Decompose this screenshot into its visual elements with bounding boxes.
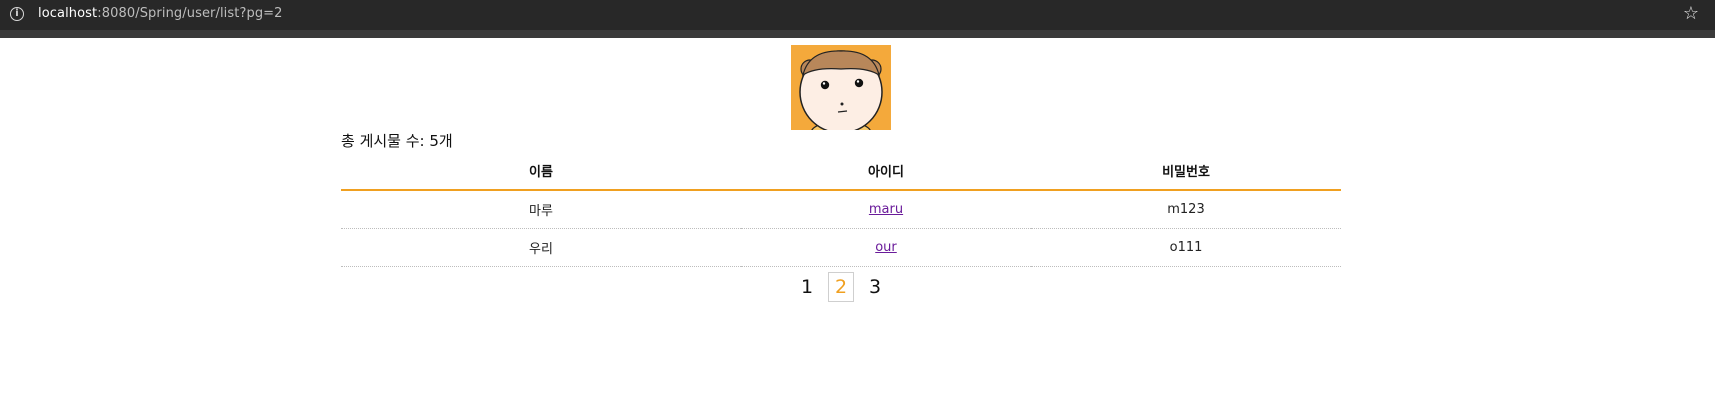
header-name: 이름	[341, 151, 741, 191]
table-header-row: 이름 아이디 비밀번호	[341, 151, 1341, 191]
page-link-current[interactable]: 2	[828, 272, 854, 302]
star-icon[interactable]: ☆	[1683, 3, 1699, 25]
cell-name: 우리	[341, 228, 741, 267]
cell-password: m123	[1031, 190, 1341, 229]
table-row: 우리 our o111	[341, 228, 1341, 267]
header-id: 아이디	[741, 151, 1031, 191]
browser-address-bar: i localhost:8080/Spring/user/list?pg=2 ☆	[0, 0, 1715, 38]
header-password: 비밀번호	[1031, 151, 1341, 191]
user-id-link[interactable]: our	[875, 240, 897, 255]
table-row: 마루 maru m123	[341, 190, 1341, 229]
cell-password: o111	[1031, 228, 1341, 267]
page-content: 총 게시물 수: 5개 이름 아이디 비밀번호 마루 maru m123 우리 …	[0, 38, 1715, 413]
avatar	[791, 45, 891, 146]
page-link-3[interactable]: 3	[862, 272, 888, 302]
url-host: localhost	[38, 6, 98, 21]
user-id-link[interactable]: maru	[869, 202, 903, 217]
url-path: :8080/Spring/user/list?pg=2	[97, 6, 283, 21]
pagination: 1 2 3	[791, 272, 891, 302]
user-table: 이름 아이디 비밀번호 마루 maru m123 우리 our o111	[341, 151, 1341, 267]
info-icon[interactable]: i	[10, 7, 24, 21]
cell-id: our	[741, 228, 1031, 267]
page-link-1[interactable]: 1	[794, 272, 820, 302]
cell-name: 마루	[341, 190, 741, 229]
url-text[interactable]: localhost:8080/Spring/user/list?pg=2	[38, 6, 283, 21]
cell-id: maru	[741, 190, 1031, 229]
total-count: 총 게시물 수: 5개	[341, 132, 453, 150]
